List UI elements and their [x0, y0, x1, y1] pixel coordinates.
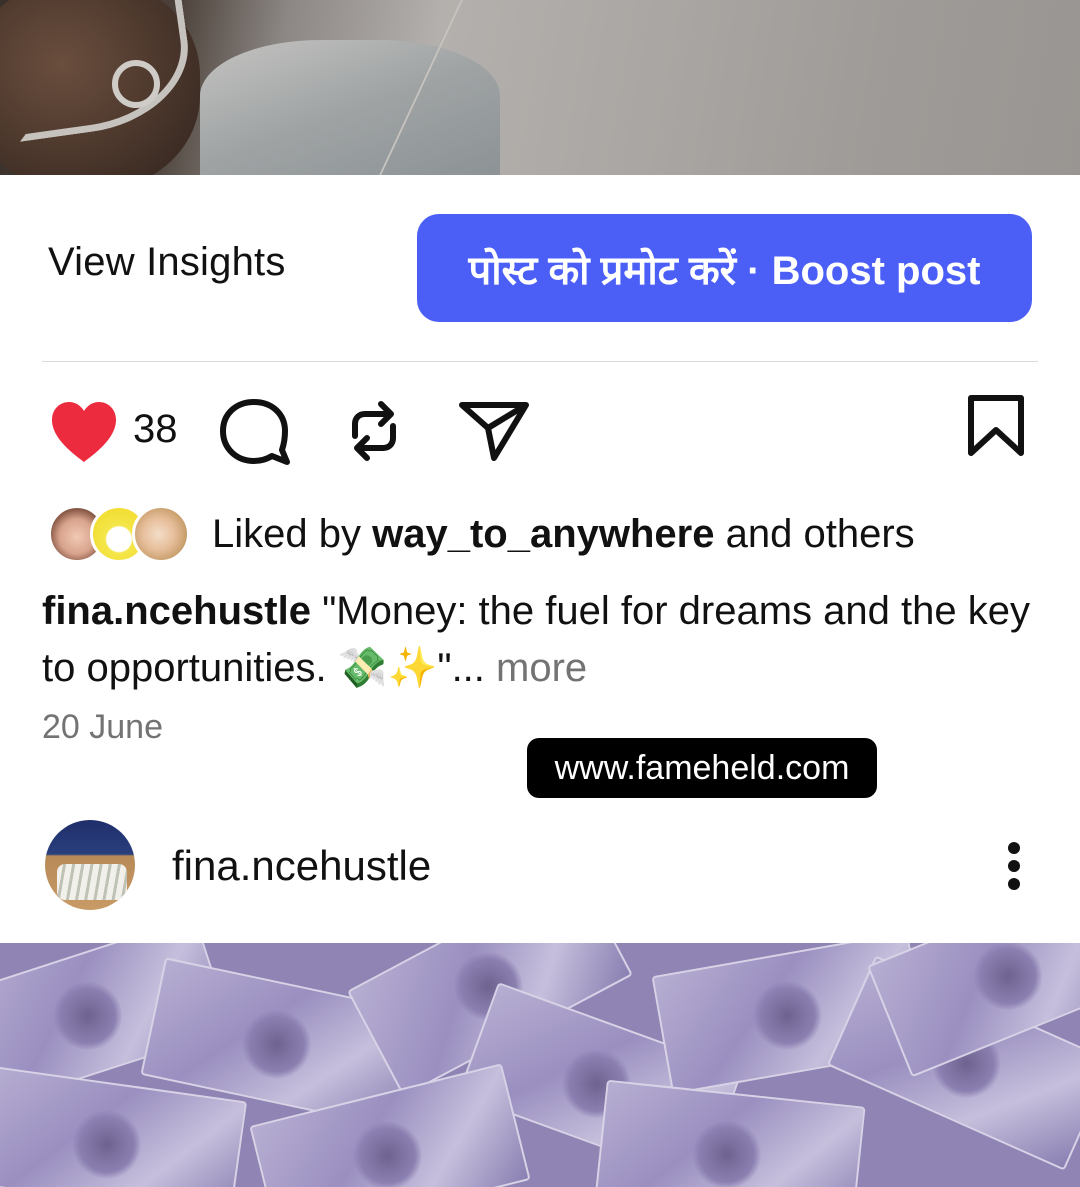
like-count[interactable]: 38 — [133, 407, 178, 452]
post-caption: fina.ncehustle "Money: the fuel for drea… — [42, 583, 1042, 697]
watermark-label: www.fameheld.com — [527, 738, 877, 798]
liked-by-user[interactable]: way_to_anywhere — [372, 512, 714, 556]
more-link[interactable]: more — [485, 646, 587, 690]
avatar-cash-image — [57, 864, 127, 900]
comment-icon[interactable] — [218, 398, 290, 466]
heart-filled-icon[interactable] — [48, 400, 120, 464]
image-bill — [594, 1079, 866, 1187]
image-bracelet-knot — [112, 60, 160, 108]
share-icon[interactable] — [458, 400, 530, 462]
caption-username[interactable]: fina.ncehustle — [42, 589, 311, 633]
post-image[interactable] — [0, 943, 1080, 1187]
repost-icon[interactable] — [343, 396, 405, 466]
liked-by-prefix: Liked by — [212, 512, 373, 556]
post-username[interactable]: fina.ncehustle — [172, 842, 431, 890]
view-insights-link[interactable]: View Insights — [48, 240, 286, 285]
previous-post-image[interactable] — [0, 0, 1080, 175]
liked-by-text[interactable]: Liked by way_to_anywhere and others — [212, 512, 915, 557]
avatar[interactable] — [45, 820, 135, 910]
liked-by-suffix: and others — [714, 512, 915, 556]
divider — [42, 361, 1038, 362]
image-cloth — [200, 40, 500, 175]
avatar — [132, 505, 190, 563]
boost-post-button[interactable]: पोस्ट को प्रमोट करें · Boost post — [417, 214, 1032, 322]
post-date: 20 June — [42, 708, 163, 746]
bookmark-icon[interactable] — [966, 394, 1026, 458]
caption-ellipsis: ... — [451, 646, 485, 690]
liked-by-avatars[interactable] — [48, 505, 190, 563]
more-options-icon[interactable] — [1002, 840, 1026, 892]
